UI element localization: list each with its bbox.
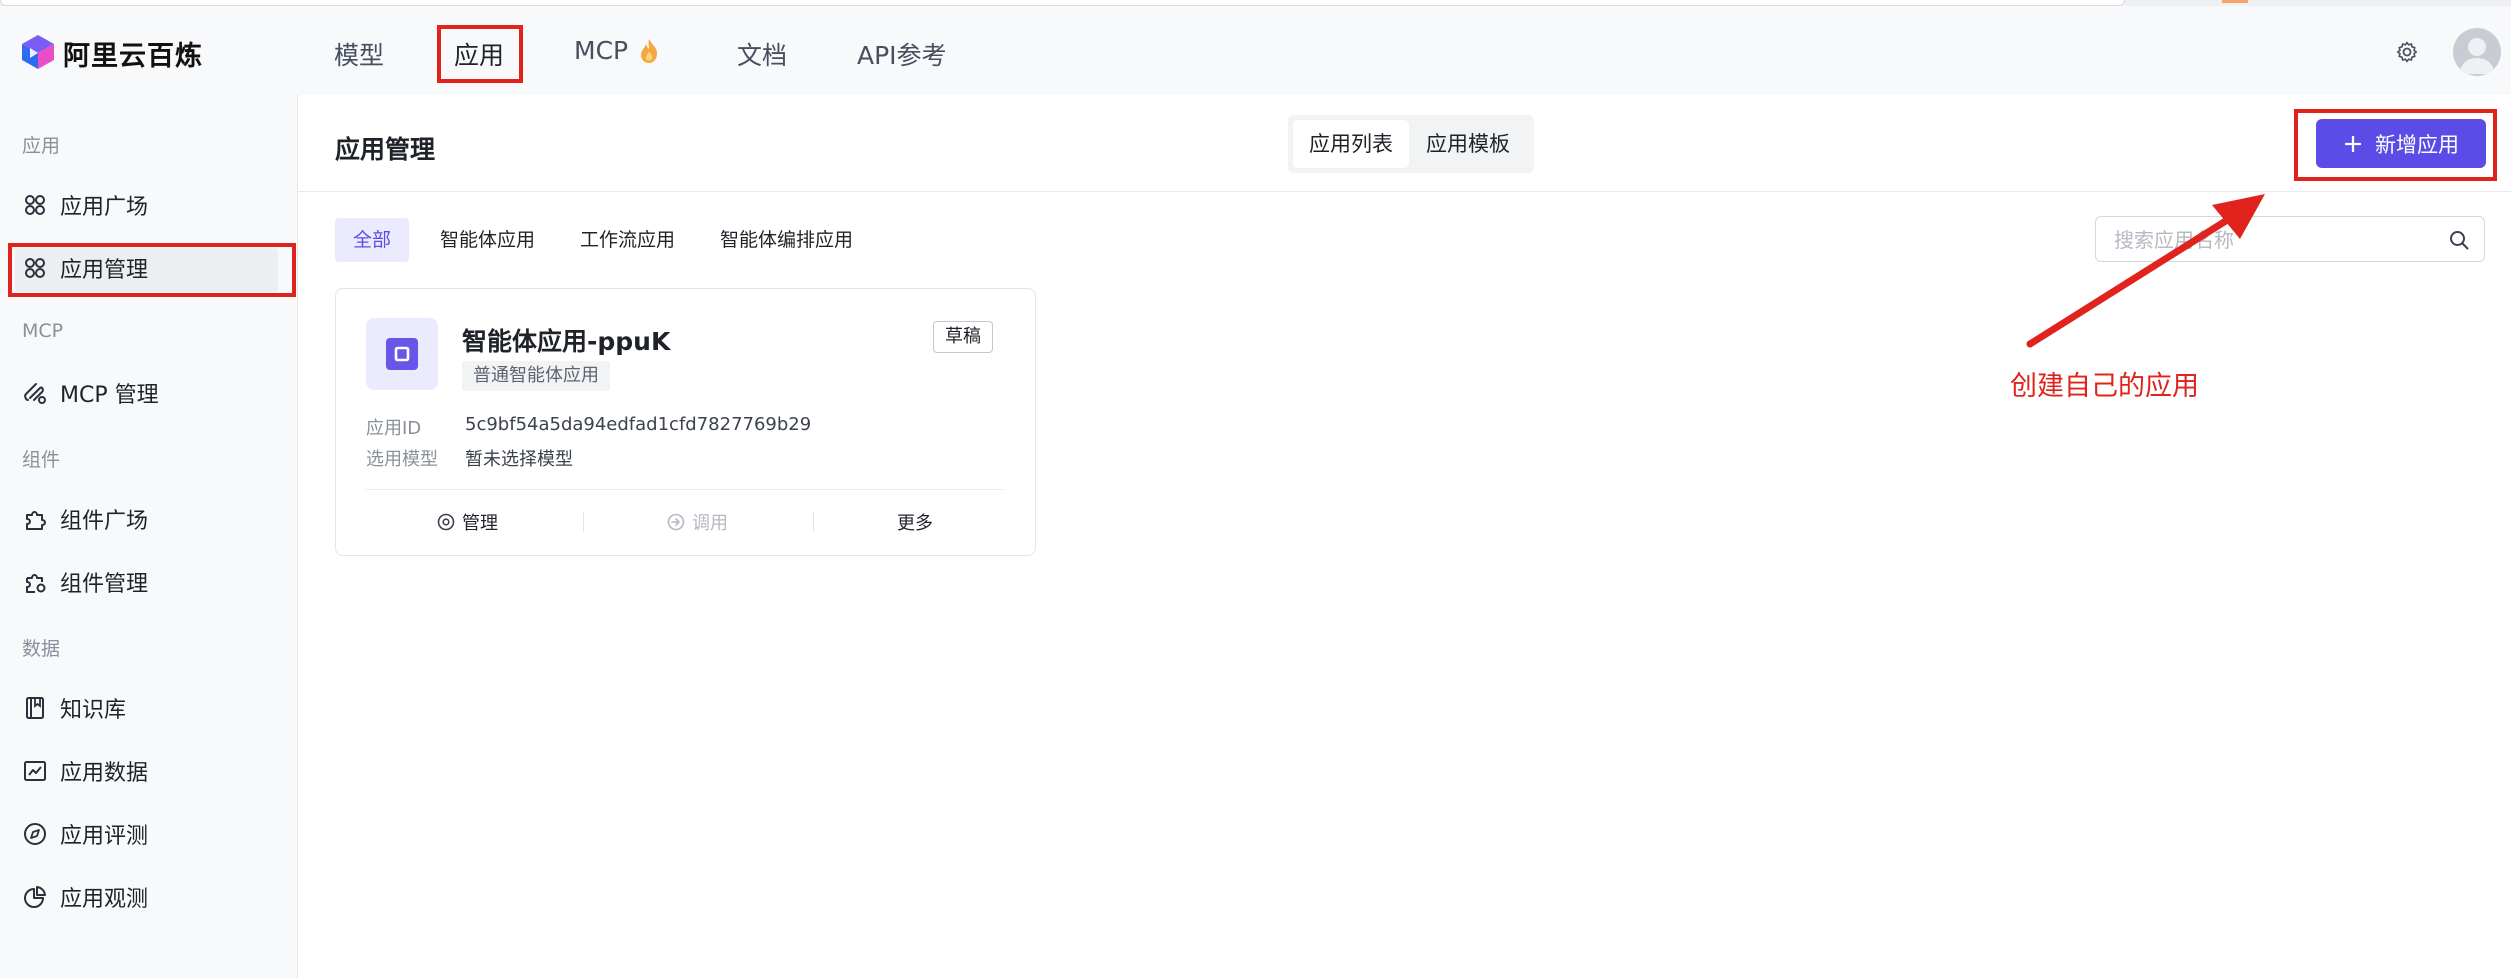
puzzle-gear-icon bbox=[26, 574, 46, 593]
fire-icon bbox=[641, 38, 658, 63]
brand-logo-icon[interactable] bbox=[20, 34, 56, 70]
tab-app-templates[interactable]: 应用模板 bbox=[1410, 120, 1526, 168]
sidebar-section-apps: 应用 bbox=[22, 135, 61, 157]
browser-edge bbox=[0, 0, 2511, 6]
app-id-value: 5c9bf54a5da94edfad1cfd7827769b29 bbox=[465, 414, 812, 435]
sidebar-item-label: 组件广场 bbox=[60, 509, 149, 534]
action-separator bbox=[583, 512, 584, 532]
nav-models[interactable]: 模型 bbox=[334, 36, 384, 72]
filter-workflow-apps[interactable]: 工作流应用 bbox=[562, 218, 693, 262]
sidebar-item-app-data[interactable]: 应用数据 bbox=[22, 753, 148, 789]
search-icon[interactable] bbox=[2448, 229, 2470, 251]
nav-docs[interactable]: 文档 bbox=[737, 36, 787, 72]
sidebar-item-label: MCP 管理 bbox=[60, 383, 159, 408]
app-name[interactable]: 智能体应用-ppuK bbox=[462, 322, 670, 358]
card-divider bbox=[366, 489, 1004, 490]
invoke-button-label: 调用 bbox=[692, 513, 728, 534]
sidebar-item-component-management[interactable]: 组件管理 bbox=[22, 564, 148, 600]
filter-agent-orchestration-apps[interactable]: 智能体编排应用 bbox=[702, 218, 871, 262]
sidebar-item-component-plaza[interactable]: 组件广场 bbox=[22, 501, 148, 537]
nav-apps-highlight-box bbox=[437, 25, 523, 83]
gear-icon[interactable] bbox=[2395, 40, 2419, 64]
agent-app-glyph bbox=[386, 338, 418, 370]
settings-circle-icon bbox=[437, 513, 455, 531]
more-button[interactable]: 更多 bbox=[897, 509, 933, 535]
sidebar-item-label: 应用观测 bbox=[60, 887, 149, 912]
model-label: 选用模型 bbox=[366, 449, 438, 470]
status-badge: 草稿 bbox=[933, 321, 993, 353]
nav-mcp-label: MCP bbox=[574, 36, 629, 65]
sidebar-item-label: 应用广场 bbox=[60, 195, 149, 220]
agent-app-icon bbox=[366, 318, 438, 390]
sidebar-item-app-observation[interactable]: 应用观测 bbox=[22, 879, 148, 915]
sidebar-item-app-evaluation[interactable]: 应用评测 bbox=[22, 816, 148, 852]
book-icon bbox=[26, 697, 44, 719]
sidebar-item-label: 组件管理 bbox=[60, 572, 149, 597]
manage-button[interactable]: 管理 bbox=[437, 509, 498, 535]
mcp-icon bbox=[24, 383, 46, 404]
manage-button-label: 管理 bbox=[462, 513, 498, 534]
browser-edge-tag bbox=[2222, 0, 2248, 3]
tab-app-list[interactable]: 应用列表 bbox=[1293, 120, 1409, 168]
model-value: 暂未选择模型 bbox=[465, 449, 573, 470]
sidebar-item-label: 知识库 bbox=[60, 698, 127, 723]
filter-all[interactable]: 全部 bbox=[335, 218, 410, 262]
sidebar-item-knowledge-base[interactable]: 知识库 bbox=[22, 690, 126, 726]
nav-api-reference[interactable]: API参考 bbox=[857, 36, 947, 72]
page-title: 应用管理 bbox=[335, 135, 436, 164]
pie-icon bbox=[24, 886, 46, 908]
app-type-tag: 普通智能体应用 bbox=[462, 361, 610, 391]
user-avatar-icon bbox=[2459, 38, 2495, 74]
sidebar-section-mcp: MCP bbox=[22, 320, 64, 342]
sidebar-item-label: 应用数据 bbox=[60, 761, 149, 786]
sidebar-item-app-plaza[interactable]: 应用广场 bbox=[22, 187, 148, 223]
browser-address-edge bbox=[0, 0, 2125, 6]
nav-mcp[interactable]: MCP bbox=[574, 36, 660, 65]
compass-icon bbox=[24, 823, 46, 845]
sidebar-section-data: 数据 bbox=[22, 638, 61, 660]
user-avatar[interactable] bbox=[2453, 28, 2501, 76]
invoke-arrow-icon bbox=[667, 513, 685, 531]
search-box bbox=[2095, 216, 2485, 263]
header-divider bbox=[298, 191, 2511, 192]
annotation-text: 创建自己的应用 bbox=[2010, 371, 2199, 402]
app-id-label: 应用ID bbox=[366, 418, 422, 439]
filter-agent-apps[interactable]: 智能体应用 bbox=[422, 218, 553, 262]
sidebar-section-components: 组件 bbox=[22, 449, 61, 471]
brand-name[interactable]: 阿里云百炼 bbox=[63, 34, 203, 73]
chart-icon bbox=[24, 761, 46, 781]
sidebar-item-label: 应用评测 bbox=[60, 824, 149, 849]
sidebar-highlight-box bbox=[8, 243, 296, 297]
invoke-button[interactable]: 调用 bbox=[667, 509, 728, 535]
add-app-highlight-box bbox=[2294, 109, 2497, 181]
more-button-label: 更多 bbox=[897, 513, 933, 534]
action-separator bbox=[813, 512, 814, 532]
sidebar-item-mcp-management[interactable]: MCP 管理 bbox=[22, 375, 159, 411]
puzzle-icon bbox=[26, 511, 46, 530]
app-grid-icon bbox=[25, 195, 45, 215]
search-input[interactable] bbox=[2112, 217, 2436, 263]
